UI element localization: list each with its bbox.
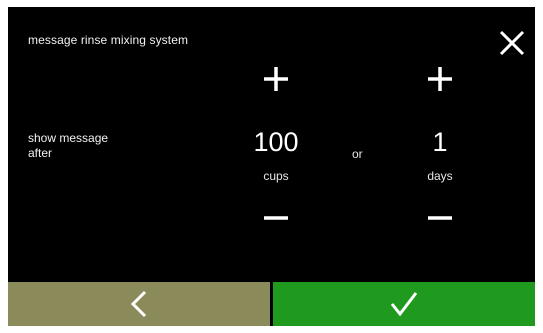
screen-title: message rinse mixing system: [28, 33, 189, 47]
footer-bar: [8, 282, 535, 326]
show-message-label: show message after: [28, 131, 109, 160]
cups-stepper: 100 cups: [236, 7, 316, 282]
cups-decrease-button[interactable]: [259, 201, 293, 235]
close-icon: [499, 30, 525, 56]
back-button[interactable]: [8, 282, 270, 326]
checkmark-icon: [390, 292, 418, 317]
cups-increase-button[interactable]: [259, 62, 293, 96]
plus-icon: [264, 67, 288, 91]
days-decrease-button[interactable]: [423, 201, 457, 235]
days-stepper: 1 days: [400, 7, 480, 282]
minus-icon: [264, 216, 288, 220]
cups-value: 100: [253, 127, 299, 157]
plus-icon: [428, 67, 452, 91]
or-separator: or: [352, 147, 363, 161]
settings-screen: message rinse mixing system show message…: [8, 7, 535, 326]
days-unit: days: [427, 169, 453, 183]
close-button[interactable]: [496, 27, 528, 59]
cups-unit: cups: [263, 169, 289, 183]
chevron-left-icon: [130, 290, 147, 318]
days-value: 1: [432, 127, 448, 157]
confirm-button[interactable]: [273, 282, 535, 326]
minus-icon: [428, 216, 452, 220]
days-increase-button[interactable]: [423, 62, 457, 96]
